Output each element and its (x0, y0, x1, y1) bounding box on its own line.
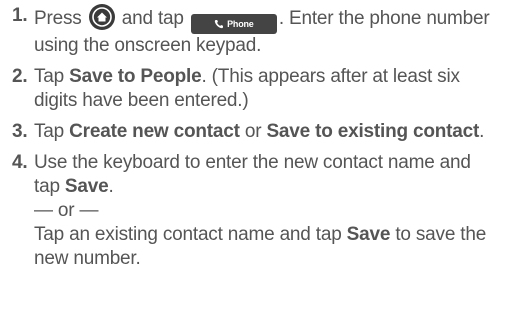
phone-button-label: Phone (227, 19, 254, 29)
step-number: 4. (12, 152, 28, 173)
home-icon (88, 4, 115, 30)
step-text: Tap an existing contact name and tap (34, 224, 342, 245)
step-text: . (108, 176, 114, 197)
bold-term: Create new contact (69, 121, 240, 142)
bold-term: Save to People (69, 66, 202, 87)
bold-term: Save (64, 176, 109, 197)
step-text: Tap (34, 66, 65, 87)
phone-icon (214, 16, 224, 36)
step-number: 2. (12, 66, 28, 87)
step-text: Tap (34, 121, 65, 142)
step-1: 1. Press and tap Phone . Enter the phone… (12, 4, 499, 58)
step-3: 3. Tap Create new contact or Save to exi… (12, 120, 499, 144)
step-text: and tap (121, 8, 184, 29)
step-2: 2. Tap Save to People. (This appears aft… (12, 65, 499, 113)
phone-button: Phone (190, 14, 277, 36)
instruction-steps: 1. Press and tap Phone . Enter the phone… (0, 0, 505, 271)
step-text: Press (34, 8, 82, 29)
bold-term: Save to existing contact (266, 121, 480, 142)
step-number: 1. (12, 5, 28, 26)
step-text: . (479, 121, 485, 142)
step-number: 3. (12, 121, 28, 142)
bold-term: Save (346, 224, 391, 245)
step-4: 4. Use the keyboard to enter the new con… (12, 151, 499, 271)
step-text: or (244, 121, 262, 142)
or-separator: — or — (34, 200, 99, 221)
